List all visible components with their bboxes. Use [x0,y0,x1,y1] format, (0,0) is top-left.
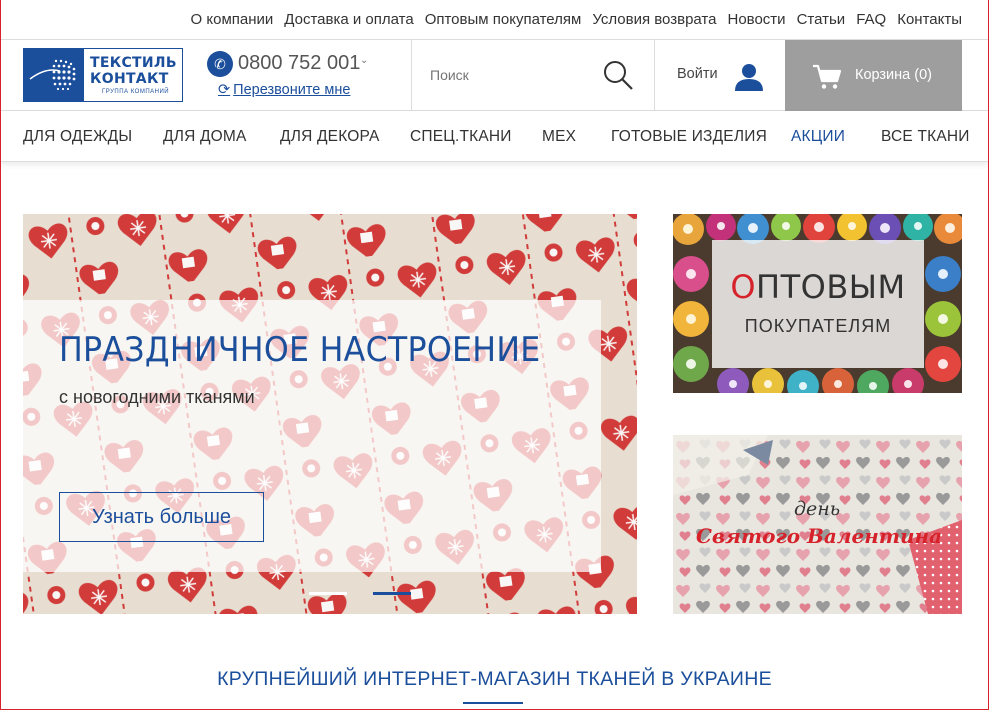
top-link-delivery[interactable]: Доставка и оплата [284,11,413,28]
cart-button[interactable]: Корзина (0) [785,40,962,111]
login-link[interactable]: Войти [677,66,718,82]
main-nav: ДЛЯ ОДЕЖДЫ ДЛЯ ДОМА ДЛЯ ДЕКОРА СПЕЦ.ТКАН… [0,111,989,162]
hero-slider[interactable]: ПРАЗДНИЧНОЕ НАСТРОЕНИЕ с новогодними тка… [23,214,637,614]
callback-label: Перезвоните мне [233,82,351,98]
refresh-icon: ⟳ [218,82,231,98]
wholesale-title-rest: ПТОВЫМ [756,268,906,306]
cart-icon [813,64,842,89]
globe-logo-icon [24,49,84,101]
valentine-banner-line-1: день [794,498,841,520]
logo-line-1: ТЕКСТИЛЬ [90,55,177,71]
top-link-faq[interactable]: FAQ [856,11,886,28]
top-link-returns[interactable]: Условия возврата [592,11,716,28]
wholesale-banner-title: ОПТОВЫМ [712,268,924,306]
nav-item-all-fabrics[interactable]: ВСЕ ТКАНИ [881,128,970,146]
site-logo[interactable]: ТЕКСТИЛЬ КОНТАКТ ГРУППА КОМПАНИЙ [23,48,183,102]
header: ТЕКСТИЛЬ КОНТАКТ ГРУППА КОМПАНИЙ ✆ 0800 … [0,40,989,111]
nav-item-sales[interactable]: АКЦИИ [791,128,845,146]
top-link-articles[interactable]: Статьи [797,11,846,28]
search-icon[interactable] [602,59,634,91]
cart-label: Корзина (0) [855,67,932,83]
top-bar: О компании Доставка и оплата Оптовым пок… [0,0,989,40]
user-icon[interactable] [734,62,764,92]
top-link-news[interactable]: Новости [727,11,785,28]
phone-icon: ✆ [207,51,233,77]
top-link-about[interactable]: О компании [191,11,274,28]
nav-item-ready-made[interactable]: ГОТОВЫЕ ИЗДЕЛИЯ [611,128,767,146]
learn-more-button[interactable]: Узнать больше [59,492,264,542]
section-title: КРУПНЕЙШИЙ ИНТЕРНЕТ-МАГАЗИН ТКАНЕЙ В УКР… [217,668,772,690]
search-box [411,40,655,111]
nav-item-fur[interactable]: МЕХ [542,128,576,146]
nav-item-decor[interactable]: ДЛЯ ДЕКОРА [280,128,380,146]
slider-dot-2[interactable] [373,592,411,595]
top-links: О компании Доставка и оплата Оптовым пок… [191,11,962,28]
hero-caption: ПРАЗДНИЧНОЕ НАСТРОЕНИЕ с новогодними тка… [23,300,601,572]
valentine-banner[interactable]: день Святого Валентина [673,435,962,614]
nav-item-home[interactable]: ДЛЯ ДОМА [163,128,247,146]
valentine-banner-line-2: Святого Валентина [696,524,943,548]
chevron-down-icon[interactable]: ⌄ [360,55,368,66]
search-input[interactable] [430,62,590,88]
callback-link[interactable]: ⟳ Перезвоните мне [218,82,350,98]
section-title-underline [463,702,523,704]
wholesale-banner-panel: ОПТОВЫМ ПОКУПАТЕЛЯМ [712,240,924,368]
top-link-contacts[interactable]: Контакты [897,11,962,28]
wholesale-banner-subtitle: ПОКУПАТЕЛЯМ [744,316,892,336]
wholesale-title-letter: О [730,268,757,306]
hero-subtitle: с новогодними тканями [59,387,255,407]
logo-line-2: КОНТАКТ [90,71,169,87]
slider-dots [309,592,411,595]
slider-dot-1[interactable] [309,592,347,595]
hero-title: ПРАЗДНИЧНОЕ НАСТРОЕНИЕ [59,330,541,370]
nav-item-special[interactable]: СПЕЦ.ТКАНИ [410,128,512,146]
wholesale-banner[interactable]: ОПТОВЫМ ПОКУПАТЕЛЯМ [673,214,962,393]
top-link-wholesale[interactable]: Оптовым покупателям [425,11,582,28]
nav-item-clothing[interactable]: ДЛЯ ОДЕЖДЫ [23,128,132,146]
logo-line-3: ГРУППА КОМПАНИЙ [102,89,170,95]
phone-number[interactable]: 0800 752 001 [238,52,360,75]
